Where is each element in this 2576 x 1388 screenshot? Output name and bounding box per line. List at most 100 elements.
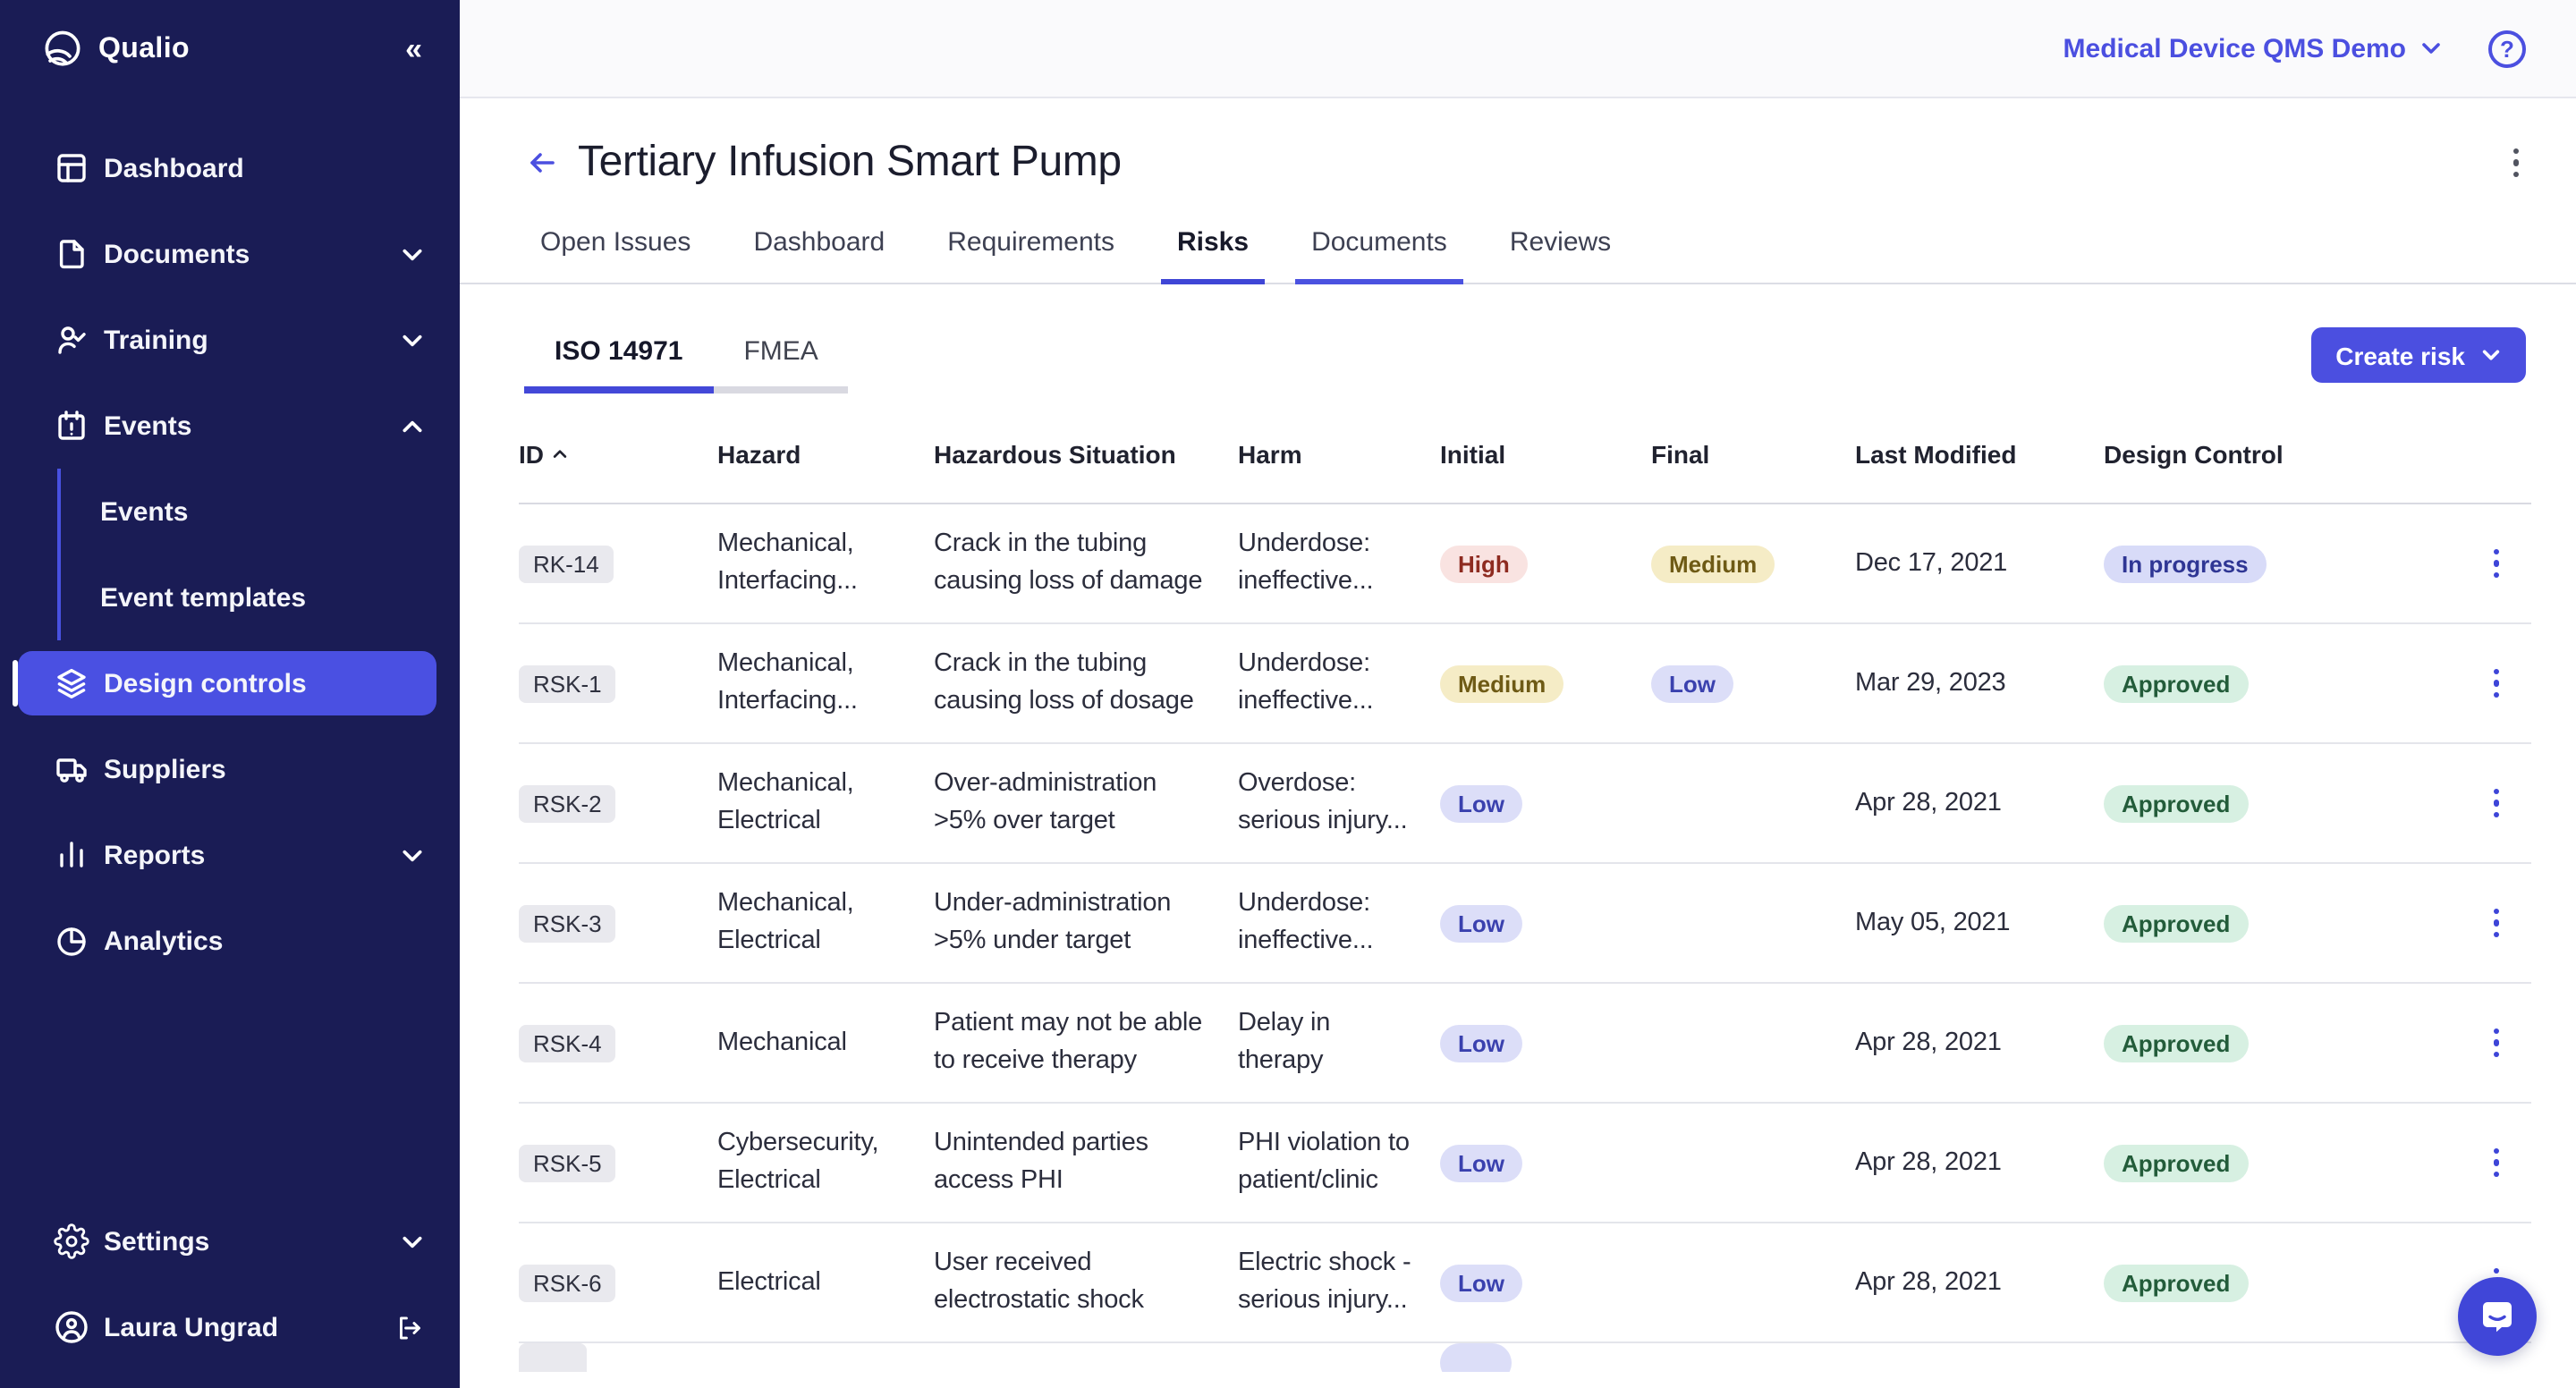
sidebar-item-label: Design controls [104, 668, 307, 698]
table-row[interactable]: RSK-6 Electrical User received electrost… [519, 1223, 2531, 1343]
final-risk-cell: Medium [1651, 545, 1855, 582]
sidebar-user[interactable]: Laura Ungrad [0, 1284, 460, 1370]
hazardous-situation-cell: Patient may not be able to receive thera… [934, 1005, 1238, 1080]
chevron-up-icon [401, 414, 424, 437]
sidebar-item-suppliers[interactable]: Suppliers [0, 726, 460, 812]
column-header-initial[interactable]: Initial [1440, 440, 1651, 469]
column-header-hazard[interactable]: Hazard [717, 440, 934, 469]
sidebar-item-analytics[interactable]: Analytics [0, 898, 460, 984]
column-header-design-control[interactable]: Design Control [2104, 440, 2385, 469]
initial-risk-cell: Medium [1440, 664, 1651, 702]
chevron-down-icon [401, 242, 424, 266]
qualio-logo: Qualio [39, 27, 190, 73]
truck-icon [54, 751, 89, 787]
logout-icon[interactable] [394, 1312, 424, 1342]
sidebar-item-training[interactable]: Training [0, 297, 460, 383]
hazard-cell: Electrical [717, 1264, 934, 1301]
sidebar-item-reports[interactable]: Reports [0, 812, 460, 898]
sidebar-subitem-events[interactable]: Events [61, 469, 460, 554]
column-header-last-modified[interactable]: Last Modified [1855, 440, 2104, 469]
sidebar-item-label: Event templates [100, 582, 306, 613]
tab-documents[interactable]: Documents [1295, 220, 1463, 284]
row-overflow-menu-icon[interactable] [2486, 1141, 2506, 1185]
sidebar-item-events[interactable]: Events [0, 383, 460, 469]
column-header-final[interactable]: Final [1651, 440, 1855, 469]
harm-cell: Underdose: ineffective... [1238, 646, 1440, 721]
last-modified-cell: Apr 28, 2021 [1855, 1264, 2104, 1301]
hazardous-situation-cell: User received electrostatic shock [934, 1245, 1238, 1320]
sidebar-collapse-icon[interactable]: « [405, 32, 420, 68]
initial-risk-cell: Low [1440, 1024, 1651, 1062]
table-row[interactable]: RSK-4 Mechanical Patient may not be able… [519, 984, 2531, 1104]
last-modified-cell: Apr 28, 2021 [1855, 784, 2104, 822]
hazardous-situation-cell: Under-administration >5% under target [934, 885, 1238, 961]
harm-cell: Electric shock - serious injury... [1238, 1245, 1440, 1320]
table-row[interactable]: RK-14 Mechanical, Interfacing... Crack i… [519, 504, 2531, 624]
initial-risk-badge: Medium [1440, 664, 1563, 702]
row-overflow-menu-icon[interactable] [2486, 542, 2506, 586]
design-control-status-badge: Approved [2104, 664, 2248, 702]
workspace-switcher[interactable]: Medical Device QMS Demo [2063, 33, 2442, 63]
row-overflow-menu-icon[interactable] [2486, 1021, 2506, 1065]
design-control-cell: Approved [2104, 1144, 2385, 1181]
user-name: Laura Ungrad [104, 1312, 278, 1342]
subtab-fmea[interactable]: FMEA [713, 336, 848, 394]
sidebar-item-dashboard[interactable]: Dashboard [0, 125, 460, 211]
design-control-status-badge: Approved [2104, 904, 2248, 942]
workspace-name: Medical Device QMS Demo [2063, 33, 2406, 63]
hazard-cell: Mechanical, Electrical [717, 766, 934, 841]
sidebar-item-label: Analytics [104, 926, 223, 956]
row-overflow-menu-icon[interactable] [2486, 662, 2506, 706]
chat-launcher-icon[interactable] [2458, 1277, 2537, 1356]
table-row[interactable]: RSK-2 Mechanical, Electrical Over-admini… [519, 744, 2531, 864]
tab-risks[interactable]: Risks [1161, 220, 1265, 284]
sidebar-subitem-event-templates[interactable]: Event templates [61, 554, 460, 640]
row-overflow-menu-icon[interactable] [2486, 901, 2506, 945]
entity-tabs: Open Issues Dashboard Requirements Risks… [460, 188, 2576, 284]
page-overflow-menu-icon[interactable] [2505, 141, 2526, 185]
sidebar-item-design-controls[interactable]: Design controls [18, 651, 436, 715]
column-header-id[interactable]: ID [519, 440, 717, 469]
sidebar-item-label: Training [104, 325, 208, 355]
column-header-harm[interactable]: Harm [1238, 440, 1440, 469]
column-header-hazardous-situation[interactable]: Hazardous Situation [934, 440, 1238, 469]
sidebar-nav: Dashboard Documents Training [0, 100, 460, 984]
create-risk-button[interactable]: Create risk [2310, 327, 2526, 383]
initial-risk-badge: Low [1440, 1264, 1522, 1301]
design-control-status-badge: Approved [2104, 1024, 2248, 1062]
sidebar-item-label: Dashboard [104, 153, 244, 183]
sidebar-item-label: Suppliers [104, 754, 226, 784]
hazard-cell: Mechanical, Interfacing... [717, 646, 934, 721]
tab-dashboard[interactable]: Dashboard [737, 220, 901, 284]
tab-open-issues[interactable]: Open Issues [524, 220, 707, 284]
document-icon [54, 236, 89, 272]
tab-reviews[interactable]: Reviews [1494, 220, 1627, 284]
table-row-partial[interactable] [519, 1343, 2531, 1372]
row-overflow-menu-icon[interactable] [2486, 782, 2506, 825]
harm-cell: Underdose: ineffective... [1238, 526, 1440, 601]
sidebar-item-documents[interactable]: Documents [0, 211, 460, 297]
sidebar-item-settings[interactable]: Settings [0, 1198, 460, 1284]
table-row[interactable]: RSK-1 Mechanical, Interfacing... Crack i… [519, 624, 2531, 744]
table-row[interactable]: RSK-5 Cybersecurity, Electrical Unintend… [519, 1104, 2531, 1223]
initial-risk-cell: High [1440, 545, 1651, 582]
hazard-cell: Mechanical, Interfacing... [717, 526, 934, 601]
sidebar-spacer [0, 984, 460, 1198]
sidebar-item-label: Reports [104, 840, 205, 870]
initial-risk-badge [1440, 1343, 1512, 1372]
subtab-iso-14971[interactable]: ISO 14971 [524, 336, 713, 394]
hazardous-situation-cell: Crack in the tubing causing loss of dosa… [934, 646, 1238, 721]
design-control-status-badge: Approved [2104, 784, 2248, 822]
initial-risk-badge: Low [1440, 784, 1522, 822]
last-modified-cell: Apr 28, 2021 [1855, 1144, 2104, 1181]
table-row[interactable]: RSK-3 Mechanical, Electrical Under-admin… [519, 864, 2531, 984]
harm-cell: Delay in therapy [1238, 1005, 1440, 1080]
back-arrow-icon[interactable] [524, 145, 560, 181]
risk-id-chip [519, 1343, 587, 1372]
bar-chart-icon [54, 837, 89, 873]
help-icon[interactable]: ? [2488, 30, 2526, 67]
sidebar-events-submenu: Events Event templates [57, 469, 460, 640]
pie-chart-icon [54, 923, 89, 959]
initial-risk-cell: Low [1440, 1264, 1651, 1301]
tab-requirements[interactable]: Requirements [931, 220, 1131, 284]
